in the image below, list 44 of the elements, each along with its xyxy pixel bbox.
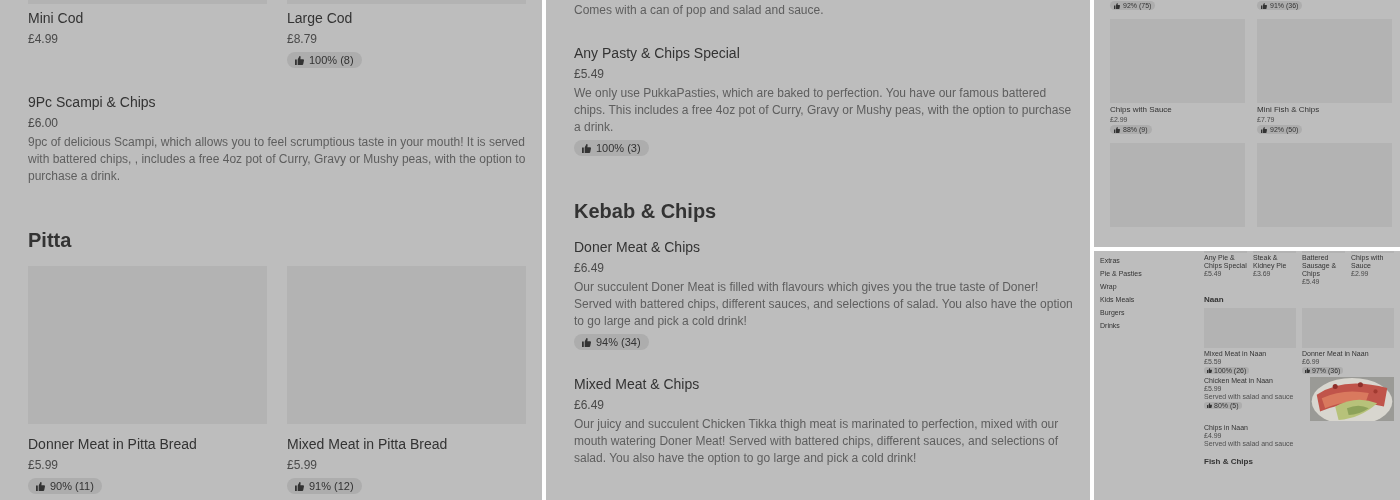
thumbs-up-icon — [1261, 126, 1267, 133]
thumbs-up-icon — [1207, 368, 1212, 373]
item-name[interactable]: Mini Cod — [28, 8, 84, 28]
item-name[interactable]: Large Cod — [287, 8, 353, 28]
rating-badge: 90% (11) — [28, 478, 102, 494]
thumbs-up-icon — [295, 55, 304, 65]
thumbs-up-icon — [1114, 126, 1120, 133]
item-name[interactable]: Any Pasty & Chips Special — [574, 43, 740, 63]
item-description: Comes with a can of pop and salad and sauce. — [574, 2, 824, 19]
item-price: £4.99 — [28, 31, 59, 48]
item-price: £8.79 — [287, 31, 318, 48]
thumbs-up-icon — [1207, 403, 1212, 408]
rating-badge: 91% (12) — [287, 478, 362, 494]
section-heading: Kebab & Chips — [574, 200, 718, 223]
item-name[interactable]: Mixed Meat & Chips — [574, 374, 700, 394]
thumbs-up-icon — [582, 143, 591, 153]
section-heading: Naan — [1204, 295, 1225, 304]
item-price: £6.49 — [574, 397, 605, 414]
thumbs-up-icon — [1261, 2, 1267, 9]
rating-badge: 100% (3) — [574, 140, 649, 156]
item-name[interactable]: 9Pc Scampi & Chips — [28, 92, 156, 112]
thumbs-up-icon — [582, 337, 591, 347]
item-price: £5.49 — [574, 66, 605, 83]
thumbs-up-icon — [295, 481, 304, 491]
thumbs-up-icon — [1114, 2, 1120, 9]
item-price: £5.99 — [28, 457, 59, 474]
item-description: Our succulent Doner Meat is filled with flavours which gives you the true taste of Doner! Served with battered chips, different sauces, and selections of salad. You also have the option to go large and pick a cold drink! — [574, 279, 1074, 330]
item-price: £5.99 — [287, 457, 318, 474]
section-heading: Pitta — [28, 229, 73, 252]
item-price: £6.49 — [574, 260, 605, 277]
section-heading: Fish & Chips — [1204, 457, 1254, 466]
item-description: Our juicy and succulent Chicken Tikka thigh meat is marinated to perfection, mixed with our mouth watering Doner Meat! Served with battered chips, different sauces, and selections of salad. You also have the option to go large and pick a cold drink! — [574, 416, 1060, 467]
item-description: 9pc of delicious Scampi, which allows you to feel scrumptious taste in your mouth! It is served with battered chips, , includes a free 4oz pot of Curry, Gravy or Mushy peas, with the option to purchase a drink. — [28, 134, 526, 185]
thumbs-up-icon — [36, 481, 45, 491]
item-price: £6.00 — [28, 115, 59, 132]
item-name[interactable]: Doner Meat & Chips — [574, 237, 701, 257]
item-name[interactable]: Donner Meat in Pitta Bread — [28, 434, 197, 454]
item-name[interactable]: Chips with Sauce — [1110, 105, 1172, 115]
rating-badge: 94% (34) — [574, 334, 649, 350]
item-name[interactable]: Mini Fish & Chips — [1257, 105, 1320, 115]
thumbs-up-icon — [1305, 368, 1310, 373]
item-name[interactable]: Mixed Meat in Pitta Bread — [287, 434, 448, 454]
rating-badge: 100% (8) — [287, 52, 362, 68]
item-description: We only use PukkaPasties, which are baked to perfection. You have our famous battered chips. This includes a free 4oz pot of Curry, Gravy or Mushy peas, with the option to purchase a drink. — [574, 85, 1073, 136]
